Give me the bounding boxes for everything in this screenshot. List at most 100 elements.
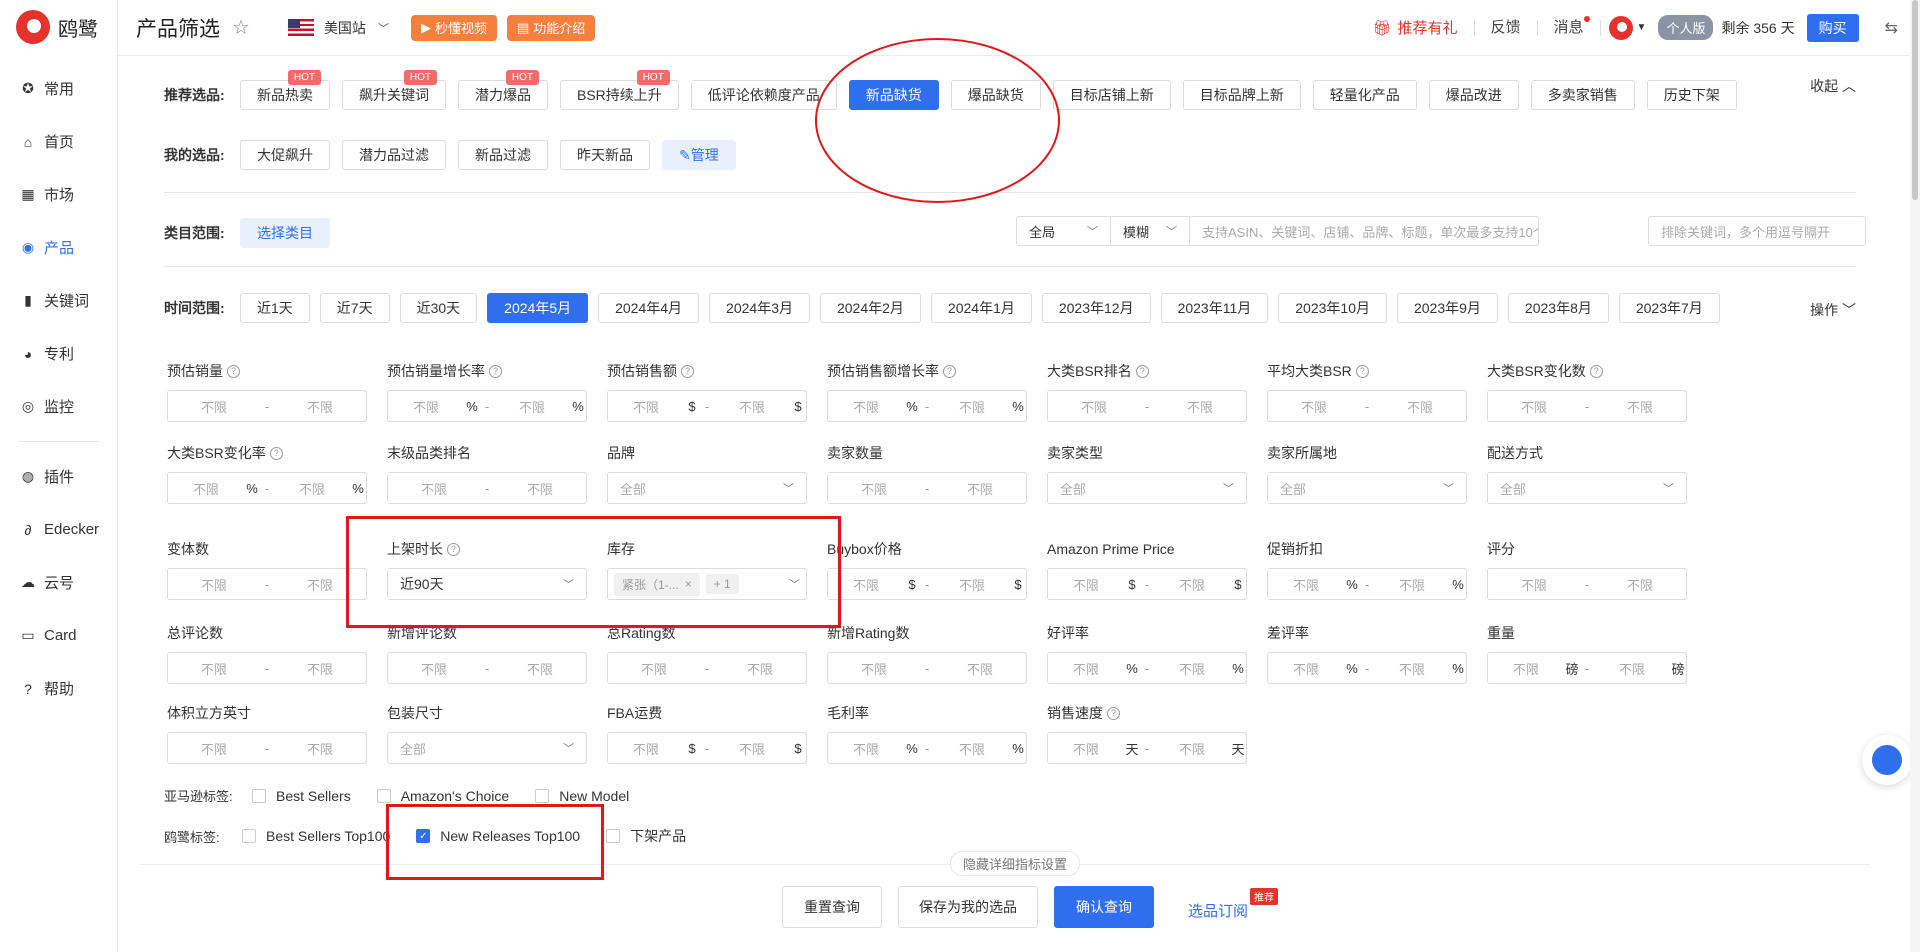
checkbox[interactable]	[242, 829, 256, 843]
max-input[interactable]: 不限	[1154, 575, 1230, 594]
range-input[interactable]: 不限 - 不限	[167, 732, 367, 764]
min-input[interactable]: 不限	[1488, 575, 1580, 594]
subscribe-link[interactable]: 选品订阅 推荐	[1188, 888, 1279, 921]
time-chip[interactable]: 2024年1月	[930, 293, 1032, 323]
sidebar-item-6[interactable]: ◎ 监控	[0, 380, 117, 433]
time-chip[interactable]: 2023年9月	[1396, 293, 1498, 323]
scrollbar-thumb[interactable]	[1912, 0, 1918, 200]
max-input[interactable]: 不限	[1154, 397, 1246, 416]
sidebar-item-3[interactable]: ◉ 产品	[0, 221, 117, 274]
amazon-tag-checkbox[interactable]: New Model	[535, 788, 629, 804]
site-selector[interactable]: 美国站	[324, 18, 366, 38]
max-input[interactable]: 不限	[714, 739, 790, 758]
dropdown-select[interactable]: 全部 ﹀	[1047, 472, 1247, 504]
min-input[interactable]: 不限	[388, 479, 480, 498]
max-input[interactable]: 不限	[274, 397, 366, 416]
time-chip[interactable]: 2024年4月	[598, 293, 700, 323]
time-chip[interactable]: 近1天	[240, 293, 310, 323]
range-input[interactable]: 不限 - 不限	[1047, 390, 1247, 422]
sidebar-item-7[interactable]: ◍ 插件	[0, 450, 117, 503]
my-selection-chip[interactable]: 潜力品过滤	[342, 140, 446, 170]
checkbox[interactable]: ✓	[416, 829, 431, 843]
range-input[interactable]: 不限% - 不限%	[387, 390, 587, 422]
time-chip[interactable]: 2023年12月	[1041, 293, 1151, 323]
range-input[interactable]: 不限% - 不限%	[827, 390, 1027, 422]
min-input[interactable]: 不限	[1268, 659, 1344, 678]
recommend-chip[interactable]: 目标店铺上新	[1052, 80, 1171, 110]
time-chip[interactable]: 2023年7月	[1618, 293, 1720, 323]
min-input[interactable]: 不限	[608, 397, 684, 416]
max-input[interactable]: 不限	[934, 479, 1026, 498]
oulu-tag-checkbox[interactable]: Best Sellers Top100	[242, 828, 390, 844]
max-input[interactable]: 不限	[274, 479, 350, 498]
min-input[interactable]: 不限	[828, 659, 920, 678]
min-input[interactable]: 不限	[608, 659, 700, 678]
sidebar-item-0[interactable]: ✪ 常用	[0, 62, 117, 115]
operate-toggle[interactable]: 操作 ﹀	[1810, 300, 1856, 320]
my-selection-chip[interactable]: 大促飙升	[240, 140, 330, 170]
range-input[interactable]: 不限 - 不限	[607, 652, 807, 684]
min-input[interactable]: 不限	[1268, 397, 1360, 416]
max-input[interactable]: 不限	[1374, 575, 1450, 594]
max-input[interactable]: 不限	[274, 575, 366, 594]
referral-link[interactable]: 🎁︎ 推荐有礼	[1372, 17, 1457, 38]
time-chip[interactable]: 2023年11月	[1160, 293, 1269, 323]
min-input[interactable]: 不限	[1268, 575, 1344, 594]
range-input[interactable]: 不限 - 不限	[167, 652, 367, 684]
select-category-button[interactable]: 选择类目	[240, 218, 330, 248]
range-input[interactable]: 不限% - 不限%	[1047, 652, 1247, 684]
range-input[interactable]: 不限% - 不限%	[167, 472, 367, 504]
scrollbar[interactable]	[1910, 0, 1920, 952]
sidebar-item-4[interactable]: ▮ 关键词	[0, 274, 117, 327]
max-input[interactable]: 不限	[1594, 397, 1686, 416]
range-input[interactable]: 不限 - 不限	[387, 472, 587, 504]
sidebar-item-9[interactable]: ☁ 云号	[0, 556, 117, 609]
range-input[interactable]: 不限% - 不限%	[1267, 652, 1467, 684]
max-input[interactable]: 不限	[1374, 659, 1450, 678]
recommend-chip[interactable]: BSR持续上升 HOT	[560, 70, 679, 110]
oulu-tag-checkbox[interactable]: 下架产品	[606, 826, 686, 846]
confirm-query-button[interactable]: 确认查询	[1054, 886, 1154, 928]
min-input[interactable]: 不限	[388, 397, 464, 416]
min-input[interactable]: 不限	[1048, 575, 1124, 594]
swap-icon[interactable]: ⇆	[1885, 18, 1898, 38]
hide-detail-settings-toggle[interactable]: 隐藏详细指标设置	[950, 851, 1081, 876]
min-input[interactable]: 不限	[828, 575, 904, 594]
help-icon[interactable]: ?	[489, 364, 502, 378]
video-button[interactable]: ▶ 秒懂视频	[410, 14, 497, 41]
scope-select[interactable]: 全局 ﹀	[1016, 216, 1111, 246]
sidebar-item-8[interactable]: ∂ Edecker	[0, 503, 117, 556]
manage-button[interactable]: ✎ 管理	[662, 140, 736, 170]
max-input[interactable]: 不限	[934, 575, 1010, 594]
range-input[interactable]: 不限 - 不限	[167, 568, 367, 600]
range-input[interactable]: 不限 - 不限	[827, 472, 1027, 504]
close-icon[interactable]: ×	[685, 577, 692, 591]
range-input[interactable]: 不限 $ - 不限 $	[607, 390, 807, 422]
min-input[interactable]: 不限	[1048, 659, 1124, 678]
range-input[interactable]: 不限磅 - 不限磅	[1487, 652, 1687, 684]
dropdown-select[interactable]: 全部 ﹀	[387, 732, 587, 764]
range-input[interactable]: 不限 $ - 不限 $	[1047, 568, 1247, 600]
range-input[interactable]: 不限 $ - 不限 $	[607, 732, 807, 764]
min-input[interactable]: 不限	[828, 739, 904, 758]
min-input[interactable]: 不限	[168, 397, 260, 416]
range-input[interactable]: 不限 - 不限	[1267, 390, 1467, 422]
max-input[interactable]: 不限	[274, 739, 366, 758]
checkbox[interactable]	[535, 788, 550, 803]
buy-button[interactable]: 购买	[1806, 13, 1859, 42]
intro-button[interactable]: ▤ 功能介绍	[506, 14, 596, 41]
help-icon[interactable]: ?	[447, 542, 460, 556]
range-input[interactable]: 不限天 - 不限天	[1047, 732, 1247, 764]
recommend-chip[interactable]: 低评论依赖度产品	[690, 80, 837, 110]
help-icon[interactable]: ?	[227, 364, 240, 378]
amazon-tag-checkbox[interactable]: Best Sellers	[252, 788, 351, 804]
max-input[interactable]: 不限	[1594, 575, 1686, 594]
time-chip[interactable]: 近30天	[399, 293, 478, 323]
collapse-toggle[interactable]: 收起 ︿	[1810, 76, 1856, 96]
time-chip[interactable]: 2023年10月	[1278, 293, 1387, 323]
help-icon[interactable]: ?	[1589, 364, 1603, 378]
min-input[interactable]: 不限	[168, 659, 260, 678]
listing-age-select[interactable]: 近90天 ﹀	[387, 568, 587, 600]
chevron-down-icon[interactable]: ﹀	[378, 20, 389, 36]
max-input[interactable]: 不限	[494, 659, 586, 678]
